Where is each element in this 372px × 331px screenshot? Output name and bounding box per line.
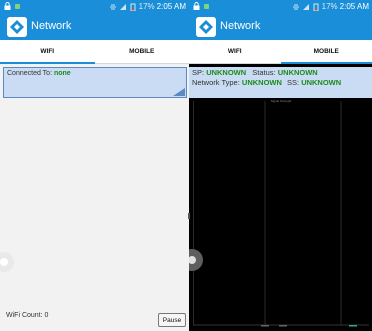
signal-icon [302,3,309,10]
chart-x-tick [349,325,357,327]
clock: 2:05 AM [339,2,369,11]
action-bar: Network [0,13,189,40]
chart-title: Signal Strength [271,99,292,103]
chart-x-tick [261,325,269,327]
status-bar: 17% 2:05 AM [0,0,189,13]
wifi-count: WiFi Count: 0 [6,312,48,319]
pause-button[interactable]: Pause [158,313,186,327]
network-type-value: UNKNOWN [241,78,282,87]
tab-bar: WIFI MOBILE [0,40,189,64]
connected-value: none [53,70,71,77]
chart-canvas: Signal Strength [193,99,369,327]
network-app-icon [7,17,27,37]
floating-handle[interactable] [0,252,14,272]
action-bar: Network [189,13,372,40]
signal-strength-chart: Signal Strength [193,99,369,327]
battery-icon [313,3,319,11]
wifi-signal-icon [173,88,185,96]
connection-info: Connected To: none [3,67,187,98]
status-value: UNKNOWN [277,68,318,77]
signal-icon [119,3,126,10]
mobile-info-row-2: Network Type: UNKNOWN SS: UNKNOWN [192,78,369,88]
wifi-count-label: WiFi Count: [6,312,43,319]
app-title: Network [31,20,72,32]
tab-wifi[interactable]: WIFI [189,40,281,63]
handle-dot [189,256,196,264]
battery-percent: 17% [138,2,155,11]
split-divider-handle[interactable] [188,213,190,219]
sp-value: UNKNOWN [206,68,247,77]
wifi-screen: 17% 2:05 AM Network WIFI MOBILE Connecte… [0,0,189,331]
network-app-icon [196,17,216,37]
handle-dot [0,258,8,266]
wifi-count-value: 0 [44,312,49,319]
battery-percent: 17% [321,2,338,11]
connected-label: Connected To: [7,70,53,77]
sp-label: SP: [192,68,205,77]
chart-x-tick [279,325,287,327]
tab-wifi[interactable]: WIFI [0,40,95,64]
ss-value: UNKNOWN [301,78,342,87]
battery-icon [130,3,136,11]
tab-bar: WIFI MOBILE [189,40,372,64]
status-bar: 17% 2:05 AM [189,0,372,13]
network-type-label: Network Type: [192,78,240,87]
app-title: Network [220,20,261,32]
android-notification-icon [15,4,20,9]
status-label: Status: [252,68,276,77]
mobile-info: SP: UNKNOWN Status: UNKNOWN Network Type… [189,67,372,98]
lock-icon [4,2,11,10]
lock-icon [193,2,200,10]
data-indicator-icon [109,4,116,9]
tab-mobile[interactable]: MOBILE [95,40,190,63]
clock: 2:05 AM [156,2,186,11]
tab-mobile[interactable]: MOBILE [280,40,372,64]
mobile-screen: 17% 2:05 AM Network WIFI MOBILE SP: UNKN… [189,0,372,331]
ss-label: SS: [287,78,300,87]
data-indicator-icon [292,4,299,9]
mobile-info-row-1: SP: UNKNOWN Status: UNKNOWN [192,68,369,78]
android-notification-icon [204,4,209,9]
